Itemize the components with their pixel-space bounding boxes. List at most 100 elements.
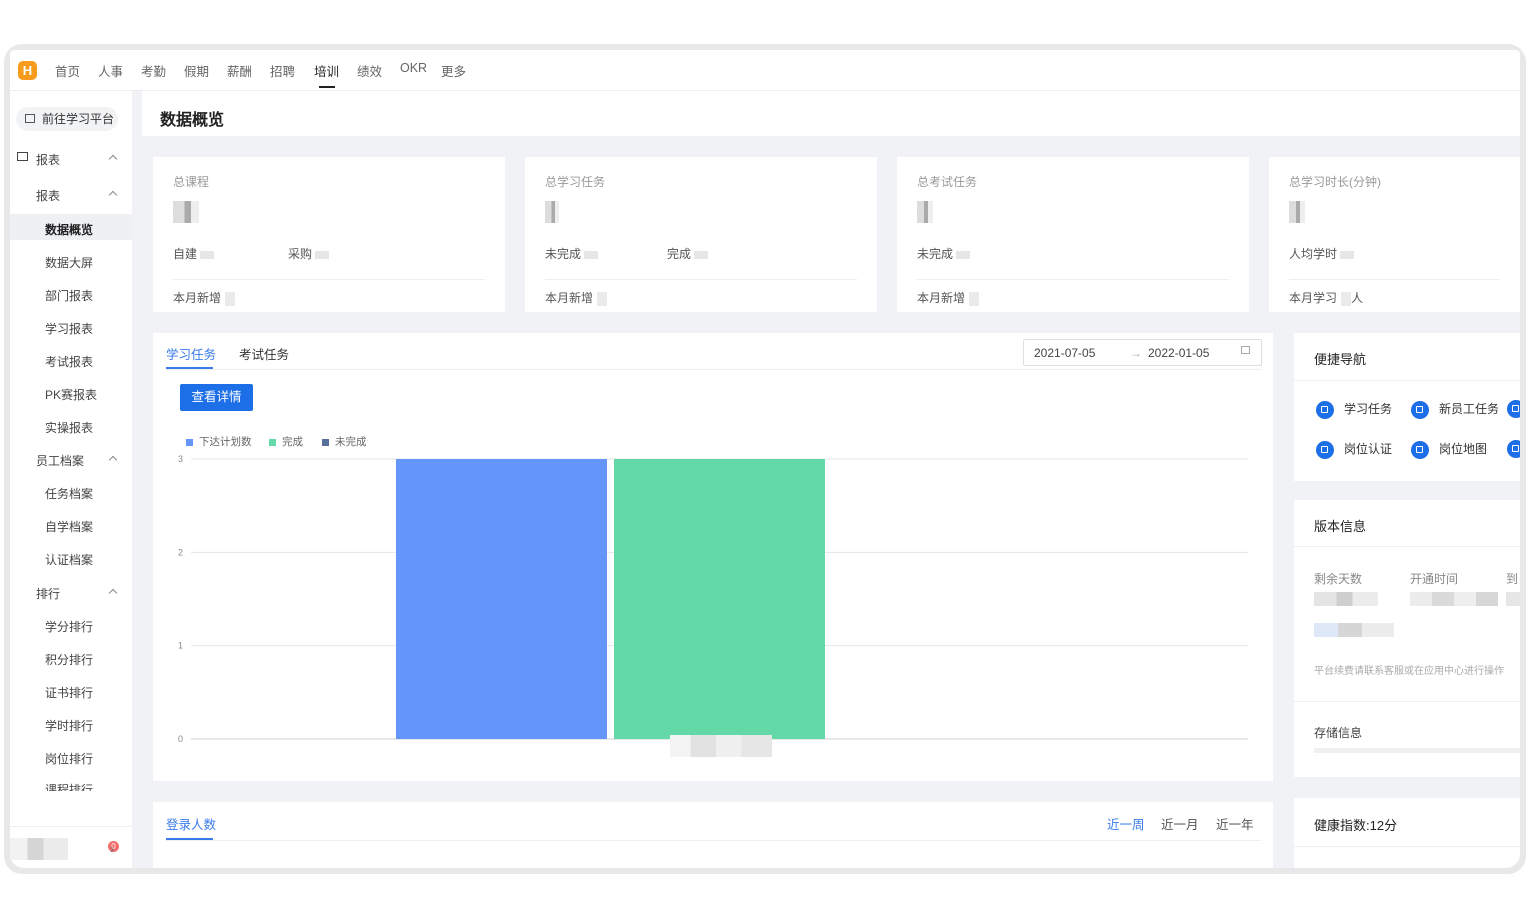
quick-more-2[interactable]: [1507, 440, 1520, 458]
user-cert-icon: [1316, 440, 1334, 459]
nav-training[interactable]: 培训: [314, 61, 339, 80]
chevron-right-icon[interactable]: ›: [110, 842, 114, 856]
sidebar-item-course-rank[interactable]: 课程排行: [45, 783, 93, 791]
new-employee-icon: [1411, 400, 1429, 419]
quick-new-employee-tasks[interactable]: 新员工任务: [1411, 400, 1499, 419]
sidebar-item-dept-report[interactable]: 部门报表: [45, 287, 93, 304]
sidebar-item-self-study-files[interactable]: 自学档案: [45, 518, 93, 535]
sidebar-item-practice-report[interactable]: 实操报表: [45, 419, 93, 436]
quick-study-tasks[interactable]: 学习任务: [1316, 400, 1392, 419]
version-info-card: 版本信息 剩余天数 开通时间 到 平台续费请联系客服或在应用中心进行操作 存储信…: [1294, 500, 1520, 777]
remaining-days-label: 剩余天数: [1314, 572, 1363, 586]
stat-sub-purchased: 采购: [288, 245, 330, 262]
nav-hr[interactable]: 人事: [98, 61, 123, 80]
stat-sub-incomplete: 未完成: [545, 245, 599, 262]
sidebar-group-reports[interactable]: 报表: [36, 187, 60, 204]
study-task-icon: [1316, 400, 1334, 419]
y-tick-label: 0: [178, 734, 183, 744]
nav-home[interactable]: 首页: [55, 61, 80, 80]
page-title: 数据概览: [160, 112, 225, 129]
sidebar-item-credit-rank[interactable]: 学分排行: [45, 618, 93, 635]
goto-label: 前往学习平台: [42, 112, 115, 126]
quick-nav-card: 便捷导航 学习任务 新员工任务 岗位认证 岗位地图: [1294, 333, 1520, 481]
stat-label: 总考试任务: [917, 175, 978, 189]
quick-post-cert[interactable]: 岗位认证: [1316, 440, 1392, 459]
period-year[interactable]: 近一年: [1216, 814, 1254, 833]
report-icon: [17, 152, 28, 161]
divider: [173, 279, 485, 280]
y-tick-label: 3: [178, 454, 183, 464]
avatar[interactable]: [10, 838, 68, 860]
chevron-up-icon[interactable]: [108, 588, 118, 598]
sidebar: 前往学习平台 报表 报表 数据概览 数据大屏 部门报表 学习报表 考试报表 PK…: [10, 91, 132, 868]
health-card: 健康指数:12分: [1294, 798, 1520, 868]
sidebar-item-points-rank[interactable]: 积分排行: [45, 651, 93, 668]
stat-value-redacted: [1289, 201, 1305, 223]
stat-label: 总学习任务: [545, 175, 606, 189]
divider: [1294, 546, 1520, 547]
chevron-up-icon[interactable]: [108, 455, 118, 465]
sidebar-item-hours-rank[interactable]: 学时排行: [45, 717, 93, 734]
y-tick-label: 2: [178, 547, 183, 557]
chevron-up-icon[interactable]: [108, 154, 118, 164]
nav-leave[interactable]: 假期: [184, 61, 209, 80]
stat-sub-incomplete: 未完成: [917, 245, 971, 262]
app-logo[interactable]: H: [18, 61, 37, 80]
nav-performance[interactable]: 绩效: [357, 61, 382, 80]
renewal-note: 平台续费请联系客服或在应用中心进行操作: [1314, 666, 1504, 677]
divider: [545, 279, 857, 280]
quick-post-map[interactable]: 岗位地图: [1411, 440, 1487, 459]
version-name-redacted: [1314, 623, 1394, 637]
remaining-days-redacted: [1314, 592, 1378, 606]
sidebar-item-data-screen[interactable]: 数据大屏: [45, 254, 93, 271]
sidebar-item-task-files[interactable]: 任务档案: [45, 485, 93, 502]
period-month[interactable]: 近一月: [1161, 814, 1199, 833]
nav-attendance[interactable]: 考勤: [141, 61, 166, 80]
stat-value-redacted: [545, 201, 559, 223]
divider: [1294, 380, 1520, 381]
open-time-redacted: [1410, 592, 1498, 606]
bar-0: [396, 459, 607, 739]
stat-foot: 本月新增: [917, 289, 980, 306]
stat-foot: 本月新增: [545, 289, 608, 306]
stat-foot: 本月学习人: [1289, 291, 1364, 306]
storage-label: 存储信息: [1314, 726, 1363, 740]
sidebar-group-reports-top[interactable]: 报表: [36, 151, 60, 168]
y-tick-label: 1: [178, 641, 183, 651]
divider: [917, 279, 1229, 280]
quick-more-1[interactable]: [1507, 400, 1520, 418]
sidebar-item-course-rank-clip: 课程排行: [45, 781, 93, 791]
stat-foot: 本月新增: [173, 289, 236, 306]
sidebar-item-exam-report[interactable]: 考试报表: [45, 353, 93, 370]
expire-label: 到: [1506, 572, 1519, 586]
sidebar-item-data-overview[interactable]: 数据概览: [45, 221, 93, 238]
storage-bar: [1314, 748, 1520, 753]
period-week[interactable]: 近一周: [1107, 814, 1145, 833]
nav-salary[interactable]: 薪酬: [227, 61, 252, 80]
divider: [1294, 846, 1520, 847]
platform-icon: [25, 114, 35, 123]
sidebar-group-ranking[interactable]: 排行: [36, 585, 60, 602]
version-title: 版本信息: [1314, 519, 1367, 534]
nav-more[interactable]: 更多: [441, 61, 466, 80]
app-window: H 首页 人事 考勤 假期 薪酬 招聘 培训 绩效 OKR 更多 前往学习平台 …: [10, 50, 1520, 868]
sidebar-item-cert-files[interactable]: 认证档案: [45, 551, 93, 568]
sidebar-group-employee-files[interactable]: 员工档案: [36, 452, 84, 469]
health-index: 健康指数:12分: [1314, 818, 1398, 833]
chevron-up-icon[interactable]: [108, 190, 118, 200]
stat-label: 总学习时长(分钟): [1289, 175, 1381, 189]
nav-recruit[interactable]: 招聘: [270, 61, 295, 80]
open-time-label: 开通时间: [1410, 572, 1459, 586]
goto-learning-platform-button[interactable]: 前往学习平台: [16, 107, 118, 131]
stat-sub-complete: 完成: [667, 245, 709, 262]
nav-active-indicator: [319, 86, 335, 88]
tab-login-count[interactable]: 登录人数: [166, 814, 216, 833]
sidebar-item-study-report[interactable]: 学习报表: [45, 320, 93, 337]
sidebar-item-pk-report[interactable]: PK赛报表: [45, 386, 97, 403]
list-icon: [1507, 440, 1520, 458]
sidebar-item-post-rank[interactable]: 岗位排行: [45, 750, 93, 767]
sidebar-item-cert-rank[interactable]: 证书排行: [45, 684, 93, 701]
nav-okr[interactable]: OKR: [400, 61, 427, 75]
tab-divider: [166, 840, 1261, 841]
task-chart-panel: 学习任务 考试任务 2021-07-05 → 2022-01-05 查看详情 下…: [153, 333, 1273, 781]
